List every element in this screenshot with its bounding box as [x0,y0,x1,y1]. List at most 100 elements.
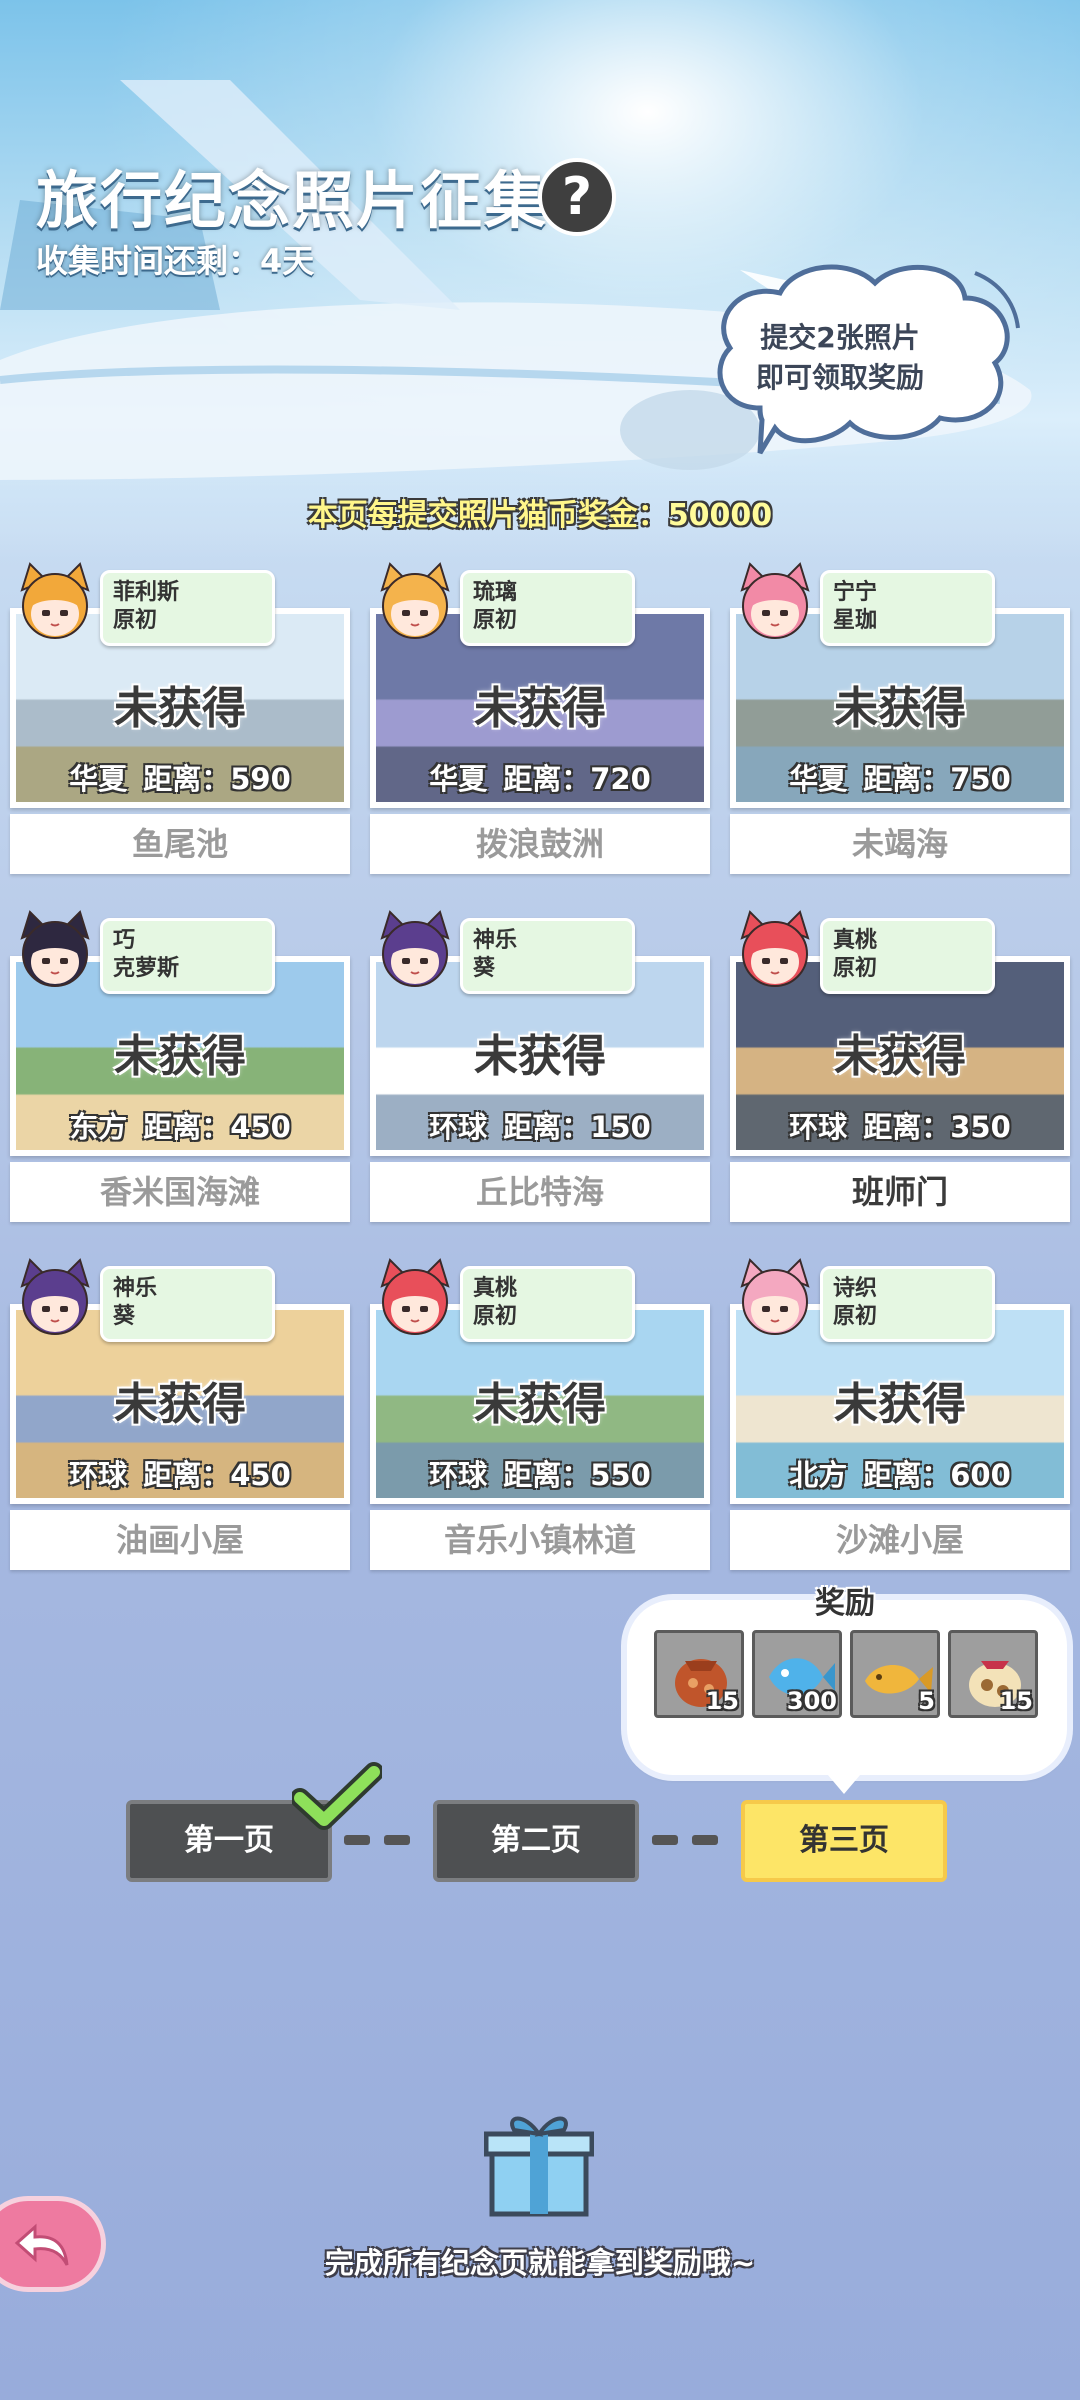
rewards-title: 奖励 [815,1586,875,1621]
region-label: 东方 [69,1110,128,1144]
distance-label: 距离：590 [143,762,291,796]
character-name: 真桃 [473,1276,518,1301]
character-style: 原初 [113,608,158,633]
page-title: 旅行纪念照片征集 [36,164,549,237]
region-label: 环球 [789,1110,848,1144]
gift-box-icon[interactable] [484,2108,594,2218]
character-tag: 宁宁 星珈 [820,570,995,646]
distance-info: 华夏 距离：750 [736,756,1064,798]
unobtained-label: 未获得 [834,1379,966,1430]
reward-count: 15 [999,1687,1033,1715]
unobtained-label: 未获得 [114,683,246,734]
location-name: 沙滩小屋 [730,1510,1070,1570]
bonus-banner: 本页每提交照片猫币奖金：50000 [0,490,1080,534]
reward-item-cookie-bag[interactable]: 15 [948,1630,1038,1718]
character-style: 葵 [113,1304,136,1329]
character-style: 克萝斯 [113,956,180,981]
unobtained-label: 未获得 [474,1379,606,1430]
page-3-button[interactable]: 第三页 [741,1800,947,1882]
character-style: 原初 [833,956,878,981]
distance-info: 华夏 距离：590 [16,756,344,798]
photo-card[interactable]: 未获得华夏 距离：750 未竭海 宁宁星珈 [730,562,1070,874]
bonus-label: 本页每提交照片猫币奖金： [307,498,668,533]
distance-label: 距离：720 [503,762,651,796]
character-name: 宁宁 [833,580,878,605]
bubble-text: 提交2张照片 即可领取奖励 [730,318,950,398]
bonus-value: 50000 [667,498,773,533]
character-avatar-icon [20,910,90,987]
distance-info: 华夏 距离：720 [376,756,704,798]
distance-info: 环球 距离：450 [16,1452,344,1494]
page-connector [344,1835,370,1845]
reward-item-taiyaki[interactable]: 5 [850,1630,940,1718]
photo-card[interactable]: 未获得 东方 距离：450 香米国海滩 巧克萝斯 [10,910,350,1222]
location-name: 油画小屋 [10,1510,350,1570]
character-tag: 神乐葵 [100,1266,275,1342]
character-tag: 菲利斯 原初 [100,570,275,646]
page-2-button[interactable]: 第二页 [433,1800,639,1882]
photo-card[interactable]: 未获得环球 距离：350 班师门 真桃 原初 [730,910,1070,1222]
character-tag: 诗织 原初 [820,1266,995,1342]
photo-card[interactable]: 未获得 华夏 距离：590 鱼尾池 菲利斯 原初 [10,562,350,874]
character-style: 星珈 [833,608,878,633]
region-label: 华夏 [789,762,848,796]
character-name: 琉璃 [473,580,518,605]
unobtained-label: 未获得 [834,1031,966,1082]
character-avatar-icon [380,562,450,639]
character-avatar-icon [380,910,450,987]
distance-label: 距离：450 [143,1458,291,1492]
checkmark-icon [292,1762,382,1830]
character-avatar-icon [20,562,90,639]
page-connector [652,1835,678,1845]
character-name: 神乐 [113,1276,158,1301]
unobtained-label: 未获得 [834,683,966,734]
location-name: 拨浪鼓洲 [370,814,710,874]
distance-info: 环球 距离：550 [376,1452,704,1494]
character-tag: 真桃 原初 [460,1266,635,1342]
reward-item-food-bag[interactable]: 15 [654,1630,744,1718]
distance-label: 距离：750 [863,762,1011,796]
character-tag: 琉璃 原初 [460,570,635,646]
character-tag: 巧克萝斯 [100,918,275,994]
region-label: 环球 [429,1110,488,1144]
photo-card[interactable]: 未获得 华夏 距离：720 拨浪鼓洲 琉璃 原初 [370,562,710,874]
character-name: 菲利斯 [113,580,180,605]
region-label: 环球 [69,1458,128,1492]
character-style: 原初 [473,608,518,633]
character-style: 葵 [473,956,496,981]
location-name: 丘比特海 [370,1162,710,1222]
distance-label: 距离：450 [143,1110,291,1144]
photo-card[interactable]: 未获得环球 距离：550 音乐小镇林道 真桃 原初 [370,1258,710,1570]
page-connector [692,1835,718,1845]
character-tag: 真桃 原初 [820,918,995,994]
help-button[interactable]: ? [538,158,636,236]
character-tag: 神乐葵 [460,918,635,994]
reward-count: 300 [786,1687,837,1715]
photo-card[interactable]: 未获得 北方 距离：600 沙滩小屋 诗织 原初 [730,1258,1070,1570]
distance-info: 环球 距离：150 [376,1104,704,1146]
page-connector [384,1835,410,1845]
photo-card[interactable]: 未获得 环球 距离：450 油画小屋 神乐葵 [10,1258,350,1570]
character-name: 巧 [113,928,136,953]
character-avatar-icon [740,562,810,639]
location-name: 音乐小镇林道 [370,1510,710,1570]
character-avatar-icon [740,910,810,987]
distance-info: 环球 距离：350 [736,1104,1064,1146]
character-name: 诗织 [833,1276,878,1301]
region-label: 环球 [429,1458,488,1492]
distance-info: 东方 距离：450 [16,1104,344,1146]
location-name: 未竭海 [730,814,1070,874]
reward-item-blue-fish[interactable]: 300 [752,1630,842,1718]
back-button[interactable] [0,2196,106,2292]
photo-card[interactable]: 未获得 环球 距离：150 丘比特海 神乐葵 [370,910,710,1222]
time-remaining: 收集时间还剩：4天 [36,242,315,280]
character-style: 原初 [833,1304,878,1329]
distance-label: 距离：600 [863,1458,1011,1492]
location-name: 班师门 [730,1162,1070,1222]
rewards-pointer [822,1768,866,1794]
unobtained-label: 未获得 [114,1031,246,1082]
bubble-line-1: 提交2张照片 [760,321,920,354]
question-mark-icon: ? [538,158,616,236]
region-label: 华夏 [69,762,128,796]
character-avatar-icon [20,1258,90,1335]
